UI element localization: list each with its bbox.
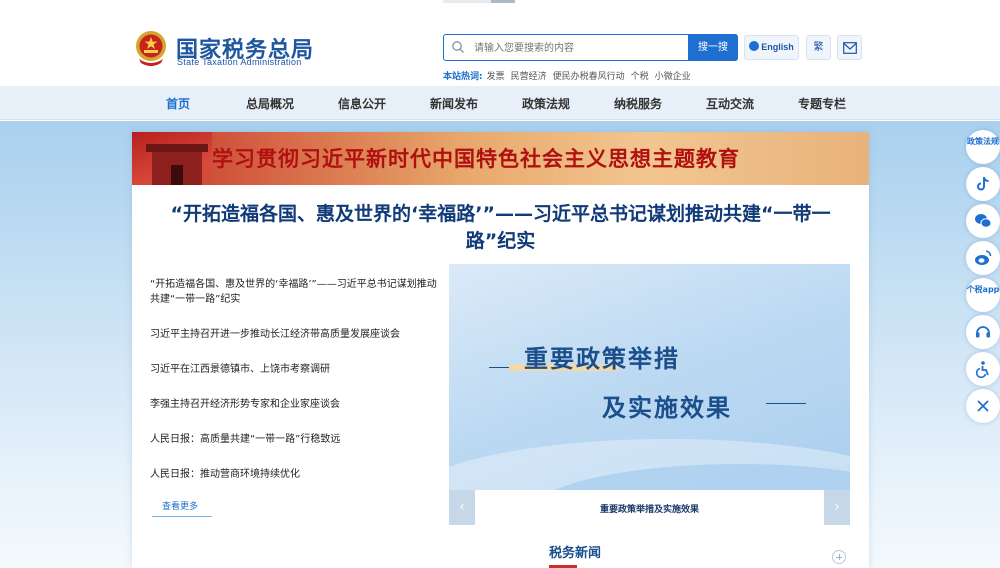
title-line-decoration [766, 403, 806, 404]
hot-words-label: 本站热词: [443, 72, 483, 82]
nav-item-info-disclosure[interactable]: 信息公开 [338, 95, 386, 112]
tax-news-section-title[interactable]: 税务新闻 [549, 542, 601, 561]
hot-word-link[interactable]: 便民办税春风行动 [553, 72, 625, 82]
weibo-icon [975, 250, 992, 265]
carousel-title-line2: 及实施效果 [602, 393, 732, 422]
site-logo-subtitle: State Taxation Administration [177, 57, 302, 67]
view-more-link[interactable]: 查看更多 [162, 499, 198, 512]
tax-app-button[interactable]: 个税app [966, 278, 1000, 312]
douyin-button[interactable] [966, 167, 1000, 201]
search-button[interactable]: 搜一搜 [688, 34, 738, 61]
featured-carousel[interactable]: 重要政策举措 及实施效果 重要政策举措及实施效果 ‹ › [449, 264, 850, 525]
headset-icon [976, 326, 990, 338]
carousel-prev-button[interactable]: ‹ [449, 490, 475, 525]
accessibility-button[interactable] [966, 352, 1000, 386]
list-item[interactable]: 李强主持召开经济形势专家和企业家座谈会 [150, 397, 440, 412]
hot-word-link[interactable]: 发票 [487, 72, 505, 82]
globe-icon [749, 41, 760, 51]
search-icon [452, 41, 464, 53]
douyin-icon [977, 177, 989, 191]
headline-link[interactable]: “开拓造福各国、惠及世界的‘幸福路’”——习近平总书记谋划推动共建“一带一路”纪… [152, 201, 849, 255]
nav-item-news-release[interactable]: 新闻发布 [430, 95, 478, 112]
list-item[interactable]: 习近平在江西景德镇市、上饶市考察调研 [150, 362, 440, 377]
traditional-chinese-button[interactable]: 繁 [806, 35, 831, 60]
theme-education-banner[interactable]: 学习贯彻习近平新时代中国特色社会主义思想主题教育 [132, 132, 869, 185]
hot-words: 本站热词: 发票 民营经济 便民办税春风行动 个税 小微企业 [443, 69, 697, 82]
carousel-next-button[interactable]: › [824, 490, 850, 525]
hot-word-link[interactable]: 个税 [631, 72, 649, 82]
nav-item-policies[interactable]: 政策法规 [522, 95, 570, 112]
national-emblem-icon [136, 31, 166, 66]
list-item[interactable]: 人民日报：高质量共建“一带一路”行稳致远 [150, 432, 440, 447]
nav-item-interaction[interactable]: 互动交流 [706, 95, 754, 112]
tax-app-label: 个税app [966, 285, 1000, 294]
main-card: 学习贯彻习近平新时代中国特色社会主义思想主题教育 “开拓造福各国、惠及世界的‘幸… [132, 132, 869, 568]
list-item[interactable]: “开拓造福各国、惠及世界的‘幸福路’”——习近平总书记谋划推动共建“一带一路”纪… [150, 277, 440, 307]
mail-icon [843, 42, 857, 54]
carousel-caption-bar: 重要政策举措及实施效果 [449, 490, 850, 525]
list-item[interactable]: 人民日报：推动营商环境持续优化 [150, 467, 440, 482]
customer-service-button[interactable] [966, 315, 1000, 349]
nav-item-tax-service[interactable]: 纳税服务 [614, 95, 662, 112]
nav-item-special-topics[interactable]: 专题专栏 [798, 95, 846, 112]
search-input[interactable] [474, 39, 684, 57]
nav-item-overview[interactable]: 总局概况 [246, 95, 294, 112]
policy-button[interactable]: 政策法规 [966, 130, 1000, 164]
weibo-button[interactable] [966, 241, 1000, 275]
carousel-title-line1: 重要政策举措 [524, 344, 680, 373]
close-icon [977, 400, 989, 412]
main-nav: 首页 总局概况 信息公开 新闻发布 政策法规 纳税服务 互动交流 专题专栏 [0, 86, 1000, 120]
search-box: 搜一搜 [443, 34, 738, 61]
view-more-underline [152, 516, 212, 517]
mail-button[interactable] [837, 35, 862, 60]
hot-word-link[interactable]: 民营经济 [511, 72, 547, 82]
news-list: “开拓造福各国、惠及世界的‘幸福路’”——习近平总书记谋划推动共建“一带一路”纪… [150, 277, 440, 502]
carousel-caption[interactable]: 重要政策举措及实施效果 [479, 502, 820, 515]
more-plus-icon[interactable] [832, 550, 846, 564]
tiananmen-icon [146, 144, 208, 185]
english-button[interactable]: English [744, 35, 799, 60]
banner-text: 学习贯彻习近平新时代中国特色社会主义思想主题教育 [212, 146, 740, 171]
top-scroll-indicator [443, 0, 515, 3]
hot-word-link[interactable]: 小微企业 [655, 72, 691, 82]
english-label: English [761, 42, 794, 52]
list-item[interactable]: 习近平主持召开进一步推动长江经济带高质量发展座谈会 [150, 327, 440, 342]
wechat-icon [975, 214, 992, 228]
header: 国家税务总局 State Taxation Administration 搜一搜… [0, 0, 1000, 86]
close-sidebar-button[interactable] [966, 389, 1000, 423]
policy-label: 政策法规 [967, 137, 999, 146]
accessibility-icon [975, 361, 989, 378]
wechat-button[interactable] [966, 204, 1000, 238]
nav-item-home[interactable]: 首页 [166, 95, 190, 112]
